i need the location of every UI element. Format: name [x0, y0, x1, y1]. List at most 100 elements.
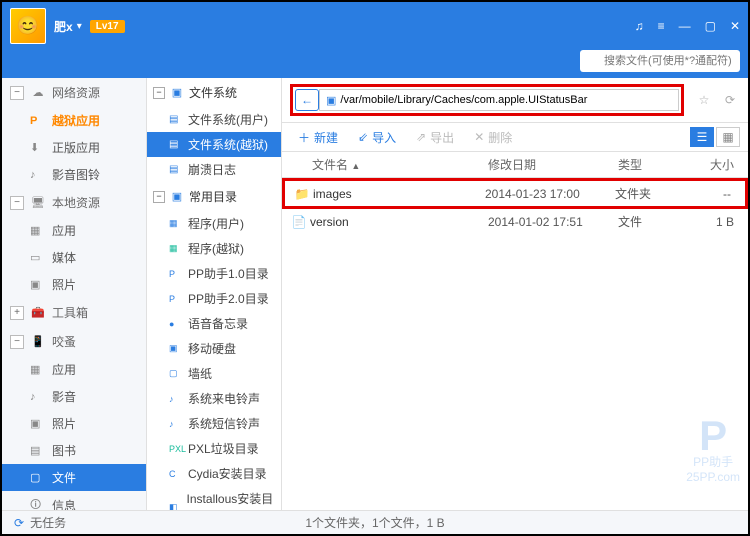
- tree-fs-jailbreak[interactable]: ▤文件系统(越狱): [147, 132, 281, 157]
- item-icon: ▦: [169, 218, 183, 229]
- nav-local-media[interactable]: ▭媒体: [2, 244, 146, 271]
- item-icon: ▣: [169, 343, 183, 354]
- path-text[interactable]: [340, 94, 672, 106]
- folder-icon: ▤: [169, 139, 183, 150]
- tree-common-2[interactable]: PPP助手1.0目录: [147, 261, 281, 286]
- export-button[interactable]: ⇗导出: [408, 126, 462, 149]
- col-date[interactable]: 修改日期: [488, 156, 618, 173]
- username: 肥x: [54, 18, 73, 35]
- item-icon: ▢: [169, 368, 183, 379]
- media-icon: ▭: [30, 251, 46, 264]
- export-icon: ⇗: [416, 130, 426, 144]
- tree-common-dirs[interactable]: −▣常用目录: [147, 182, 281, 211]
- folder-icon: 📁: [291, 187, 313, 201]
- section-network[interactable]: −☁网络资源: [2, 78, 146, 107]
- view-grid-button[interactable]: ▦: [716, 127, 740, 147]
- item-icon: ♪: [169, 394, 183, 404]
- section-toolbox[interactable]: +🧰工具箱: [2, 298, 146, 327]
- tree-fs-user[interactable]: ▤文件系统(用户): [147, 107, 281, 132]
- tree-common-7[interactable]: ♪系统来电铃声: [147, 386, 281, 411]
- toolbox-icon: 🧰: [30, 305, 46, 321]
- tree-common-6[interactable]: ▢墙纸: [147, 361, 281, 386]
- tree-common-1[interactable]: ▦程序(越狱): [147, 236, 281, 261]
- section-device[interactable]: −📱咬蚤: [2, 327, 146, 356]
- item-icon: P: [169, 294, 183, 304]
- grid-icon: ▦: [30, 363, 46, 376]
- content-pane: ← ▣ ☆ ⟳ ＋新建 ⇙导入 ⇗导出 ✕删除 ☰ ▦: [282, 78, 748, 510]
- chevron-down-icon[interactable]: ▾: [77, 21, 82, 32]
- item-icon: PXL: [169, 444, 183, 454]
- tree-common-0[interactable]: ▦程序(用户): [147, 211, 281, 236]
- maximize-button[interactable]: ▢: [705, 19, 716, 33]
- section-local[interactable]: −🖥本地资源: [2, 188, 146, 217]
- back-button[interactable]: ←: [295, 89, 319, 111]
- close-button[interactable]: ✕: [730, 19, 740, 33]
- tree-filesystem[interactable]: −▣文件系统: [147, 78, 281, 107]
- tree-common-4[interactable]: ●语音备忘录: [147, 311, 281, 336]
- titlebar: 肥x ▾ Lv17 ♫ ≡ — ▢ ✕: [2, 2, 748, 50]
- cloud-icon: ☁: [30, 85, 46, 101]
- monitor-icon: 🖥: [30, 195, 46, 211]
- col-name[interactable]: 文件名 ▲: [282, 156, 488, 173]
- item-icon: ♪: [169, 419, 183, 429]
- log-icon: ▤: [169, 164, 183, 175]
- delete-button[interactable]: ✕删除: [466, 126, 520, 149]
- nav-dev-apps[interactable]: ▦应用: [2, 356, 146, 383]
- nav-dev-books[interactable]: ▤图书: [2, 437, 146, 464]
- folder-icon: ▤: [169, 114, 183, 125]
- address-highlight: ← ▣: [290, 84, 684, 116]
- statusbar: ⟳ 无任务 1个文件夹，1个文件，1 B: [2, 510, 748, 534]
- file-row[interactable]: 📁images2014-01-23 17:00文件夹--: [282, 178, 748, 209]
- music-icon: ♪: [30, 391, 46, 403]
- col-type[interactable]: 类型: [618, 156, 688, 173]
- search-input[interactable]: [580, 50, 740, 72]
- delete-icon: ✕: [474, 130, 484, 144]
- view-list-button[interactable]: ☰: [690, 127, 714, 147]
- file-row[interactable]: 📄version2014-01-02 17:51文件1 B: [282, 209, 748, 234]
- sidebar-primary: −☁网络资源 P越狱应用 ⬇正版应用 ♪影音图铃 −🖥本地资源 ▦应用 ▭媒体 …: [2, 78, 147, 510]
- photo-icon: ▣: [30, 278, 46, 291]
- tree-common-10[interactable]: CCydia安装目录: [147, 461, 281, 486]
- nav-dev-av[interactable]: ♪影音: [2, 383, 146, 410]
- new-button[interactable]: ＋新建: [290, 126, 346, 149]
- settings-icon[interactable]: ≡: [658, 19, 665, 33]
- download-icon: ⬇: [30, 141, 46, 154]
- path-input[interactable]: ▣: [319, 89, 679, 111]
- nav-official-apps[interactable]: ⬇正版应用: [2, 134, 146, 161]
- item-icon: P: [169, 269, 183, 279]
- nav-local-photos[interactable]: ▣照片: [2, 271, 146, 298]
- col-size[interactable]: 大小: [688, 156, 748, 173]
- tree-crash-logs[interactable]: ▤崩溃日志: [147, 157, 281, 182]
- folder-icon: ▣: [170, 190, 184, 204]
- music-icon[interactable]: ♫: [635, 19, 644, 33]
- import-icon: ⇙: [358, 130, 368, 144]
- nav-local-apps[interactable]: ▦应用: [2, 217, 146, 244]
- sidebar-secondary: −▣文件系统 ▤文件系统(用户) ▤文件系统(越狱) ▤崩溃日志 −▣常用目录 …: [147, 78, 282, 510]
- nav-media-ringtones[interactable]: ♪影音图铃: [2, 161, 146, 188]
- status-tasks: 无任务: [30, 514, 66, 531]
- bookmark-button[interactable]: ☆: [694, 90, 714, 110]
- tree-common-9[interactable]: PXLPXL垃圾目录: [147, 436, 281, 461]
- searchbar: [2, 50, 748, 78]
- p-icon: P: [30, 115, 46, 127]
- nav-jailbreak-apps[interactable]: P越狱应用: [2, 107, 146, 134]
- nav-dev-info[interactable]: 🛈信息: [2, 491, 146, 510]
- tree-common-5[interactable]: ▣移动硬盘: [147, 336, 281, 361]
- refresh-button[interactable]: ⟳: [720, 90, 740, 110]
- file-icon: 📄: [288, 215, 310, 229]
- nav-dev-photos[interactable]: ▣照片: [2, 410, 146, 437]
- phone-icon: 📱: [30, 334, 46, 350]
- tree-common-11[interactable]: ◧Installous安装目录: [147, 486, 281, 510]
- photo-icon: ▣: [30, 417, 46, 430]
- nav-dev-files[interactable]: ▢文件: [2, 464, 146, 491]
- sync-icon: ⟳: [14, 516, 24, 530]
- toolbar: ＋新建 ⇙导入 ⇗导出 ✕删除 ☰ ▦: [282, 122, 748, 152]
- watermark: P PP助手 25PP.com: [686, 419, 740, 484]
- status-summary: 1个文件夹，1个文件，1 B: [305, 514, 444, 531]
- import-button[interactable]: ⇙导入: [350, 126, 404, 149]
- tree-common-8[interactable]: ♪系统短信铃声: [147, 411, 281, 436]
- item-icon: ◧: [169, 502, 182, 511]
- avatar[interactable]: [10, 8, 46, 44]
- minimize-button[interactable]: —: [679, 19, 691, 33]
- tree-common-3[interactable]: PPP助手2.0目录: [147, 286, 281, 311]
